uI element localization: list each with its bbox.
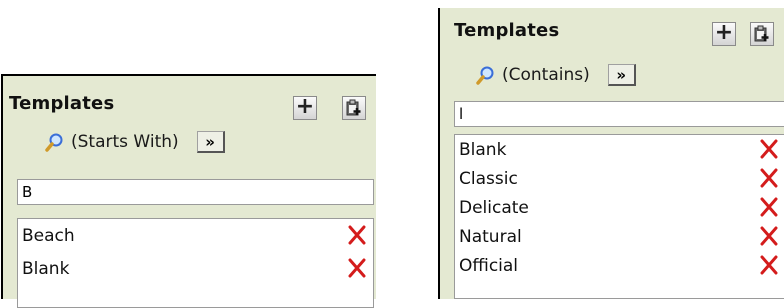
template-name: Blank	[22, 258, 70, 279]
search-input[interactable]: l	[454, 101, 784, 127]
list-item[interactable]: Blank	[455, 135, 784, 164]
template-name: Natural	[459, 226, 522, 247]
delete-x-icon[interactable]	[759, 196, 779, 218]
list-item[interactable]: Official	[455, 251, 784, 280]
magnifier-icon	[476, 66, 494, 85]
add-template-button[interactable]: +	[712, 22, 736, 46]
delete-x-icon[interactable]	[759, 167, 779, 189]
template-name: Beach	[22, 225, 75, 246]
delete-x-icon[interactable]	[347, 257, 367, 279]
list-item[interactable]: Beach	[18, 219, 373, 252]
more-options-button[interactable]: »	[196, 131, 225, 153]
plus-icon: +	[714, 20, 734, 45]
template-list: Beach Blank	[17, 218, 374, 308]
add-template-button[interactable]: +	[293, 96, 317, 120]
plus-icon: +	[295, 94, 315, 119]
filter-mode-label[interactable]: (Contains)	[502, 65, 590, 85]
delete-x-icon[interactable]	[759, 225, 779, 247]
panel-title: Templates	[9, 93, 115, 114]
template-list: Blank Classic Delicate Natural Official	[454, 134, 784, 299]
templates-panel-right: Templates + (Contains) » l Blank Classic	[438, 8, 784, 299]
paste-template-button[interactable]	[750, 22, 774, 46]
clipboard-add-icon	[754, 25, 769, 42]
delete-x-icon[interactable]	[347, 224, 367, 246]
paste-template-button[interactable]	[342, 96, 366, 120]
templates-panel-left: Templates + (Starts With) » B Beach Blan…	[1, 74, 376, 308]
template-name: Delicate	[459, 197, 529, 218]
delete-x-icon[interactable]	[759, 254, 779, 276]
filter-row: (Starts With) »	[45, 131, 225, 153]
search-input[interactable]: B	[17, 179, 374, 205]
list-item[interactable]: Blank	[18, 252, 373, 285]
list-item[interactable]: Natural	[455, 222, 784, 251]
magnifier-icon	[45, 133, 63, 152]
more-options-button[interactable]: »	[607, 64, 636, 86]
filter-row: (Contains) »	[476, 64, 636, 86]
list-item[interactable]: Classic	[455, 164, 784, 193]
list-item[interactable]: Delicate	[455, 193, 784, 222]
template-name: Blank	[459, 139, 507, 160]
template-name: Official	[459, 255, 519, 276]
delete-x-icon[interactable]	[759, 138, 779, 160]
panel-title: Templates	[454, 20, 560, 41]
template-name: Classic	[459, 168, 518, 189]
clipboard-add-icon	[346, 99, 361, 116]
filter-mode-label[interactable]: (Starts With)	[71, 132, 179, 152]
